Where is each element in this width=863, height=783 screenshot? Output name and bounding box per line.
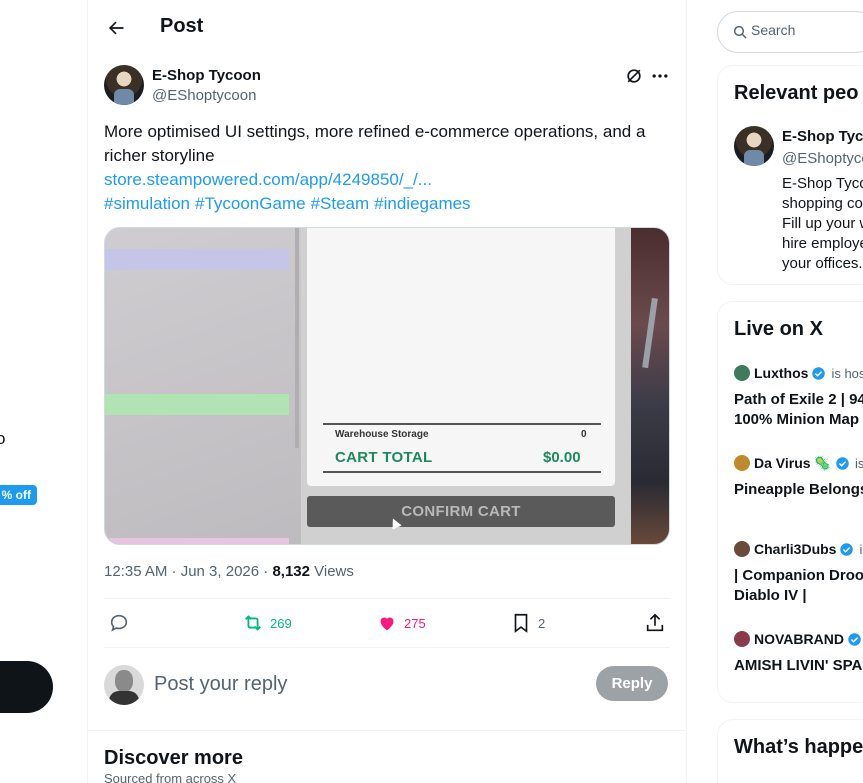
live-item[interactable]: Luxthos is host Path of Exile 2 | 94100%…: [734, 364, 863, 430]
search-input[interactable]: [751, 22, 861, 38]
host-avatar: [734, 455, 750, 471]
post-author: E-Shop Tycoon @EShoptycoon: [104, 64, 670, 108]
repost-action-button[interactable]: 269: [242, 610, 292, 636]
nav-clipped-label[interactable]: o: [0, 429, 5, 449]
verified-badge-icon: [848, 632, 861, 646]
verified-badge-icon: [812, 366, 826, 380]
live-title: Live on X: [734, 318, 823, 340]
space-title: AMISH LIVIN' SPA: [734, 657, 863, 674]
main-column: Post E-Shop Tycoon @EShoptycoon More opt…: [88, 0, 686, 783]
reply-composer: Post your reply Reply: [104, 665, 670, 705]
column-divider: [686, 0, 687, 783]
user-avatar[interactable]: [104, 665, 144, 705]
like-count: 275: [404, 615, 426, 631]
relevant-avatar[interactable]: [734, 126, 774, 166]
confirm-cart-label: CONFIRM CART: [307, 496, 615, 527]
compose-post-button[interactable]: [0, 661, 53, 713]
grok-icon[interactable]: [624, 66, 644, 86]
hashtag-link[interactable]: #Steam: [311, 194, 370, 213]
discount-badge[interactable]: % off: [0, 485, 37, 505]
back-arrow-icon: [109, 21, 124, 35]
author-avatar[interactable]: [104, 65, 144, 105]
page-title: Post: [160, 15, 204, 37]
bookmark-action-button[interactable]: 2: [510, 610, 545, 636]
post-hashtags: #simulation #TycoonGame #Steam #indiegames: [104, 192, 476, 216]
reply-action-button[interactable]: [108, 610, 130, 636]
host-avatar: [734, 541, 750, 557]
views-count: 8,132: [272, 563, 310, 580]
author-handle[interactable]: @EShoptycoon: [152, 87, 256, 104]
left-nav: o % off: [0, 0, 88, 783]
relevant-handle[interactable]: @EShoptyco: [782, 150, 863, 167]
whats-happening-title: What’s happe: [734, 736, 863, 758]
like-action-button[interactable]: 275: [376, 610, 426, 636]
hashtag-link[interactable]: #indiegames: [374, 194, 470, 213]
verified-badge-icon: [836, 456, 849, 470]
more-icon[interactable]: [650, 66, 670, 86]
repost-count: 269: [270, 615, 292, 631]
discover-title: Discover more: [104, 747, 243, 769]
search-icon: [733, 25, 747, 39]
host-name: Charli3Dubs: [754, 541, 837, 557]
relevant-people-card: Relevant peo E-Shop Tyco @EShoptyco E-Sh…: [717, 65, 863, 285]
host-avatar: [734, 631, 750, 647]
host-status: is: [859, 541, 863, 557]
relevant-people-title: Relevant peo: [734, 82, 859, 104]
share-action-button[interactable]: [644, 610, 666, 636]
post-timestamp[interactable]: 12:35 AM · Jun 3, 2026 ·: [104, 563, 272, 580]
discover-subtitle: Sourced from across X: [104, 771, 237, 783]
reply-button[interactable]: Reply: [596, 666, 668, 701]
cart-total-value: $0.00: [543, 449, 581, 466]
reply-input[interactable]: Post your reply: [154, 673, 287, 696]
live-on-x-card: Live on X Luxthos is host Path of Exile …: [717, 301, 863, 703]
live-item[interactable]: NOVABRAND AMISH LIVIN' SPA: [734, 630, 863, 676]
cart-total-label: CART TOTAL: [335, 449, 433, 466]
whats-happening-card: What’s happe: [717, 719, 863, 783]
author-name[interactable]: E-Shop Tycoon: [152, 67, 261, 84]
live-item[interactable]: Da Virus 🦠 is Pineapple Belongs: [734, 454, 863, 500]
views-label: Views: [309, 563, 354, 580]
space-title: Pineapple Belongs: [734, 481, 863, 498]
back-button[interactable]: [102, 14, 130, 42]
cart-panel: Warehouse Storage 0 CART TOTAL $0.00: [307, 228, 615, 486]
post-media-image[interactable]: Warehouse Storage 0 CART TOTAL $0.00 CON…: [104, 227, 670, 545]
search-box[interactable]: [717, 11, 863, 53]
relevant-name[interactable]: E-Shop Tyco: [782, 128, 863, 145]
heart-icon: [380, 617, 394, 631]
host-name: Da Virus: [754, 455, 811, 471]
relevant-bio: E-Shop Tyco shopping co Fill up your w h…: [782, 175, 863, 272]
post-actions: 269 275 2: [104, 610, 670, 636]
host-name: Luxthos: [754, 365, 809, 381]
host-name: NOVABRAND: [754, 631, 844, 647]
space-title: | Companion Droo Diablo IV |: [734, 567, 863, 604]
host-status: is: [854, 455, 863, 471]
live-item[interactable]: Charli3Dubs is | Companion DrooDiablo IV…: [734, 540, 863, 606]
post-meta: 12:35 AM · Jun 3, 2026 · 8,132 Views: [104, 563, 354, 580]
virus-emoji-icon: 🦠: [813, 454, 831, 471]
reply-icon: [110, 614, 128, 632]
repost-icon: [245, 615, 261, 631]
share-icon: [646, 613, 664, 632]
bookmark-count: 2: [538, 615, 546, 631]
host-avatar: [734, 365, 750, 381]
post-link[interactable]: store.steampowered.com/app/4249850/_/...: [104, 168, 432, 192]
bookmark-icon: [514, 613, 528, 633]
post-text: More optimised UI settings, more refined…: [104, 122, 646, 165]
verified-badge-icon: [840, 542, 854, 556]
hashtag-link[interactable]: #simulation: [104, 194, 190, 213]
space-title: Path of Exile 2 | 94 100% Minion Map: [734, 391, 863, 428]
warehouse-label: Warehouse Storage: [335, 429, 429, 440]
hashtag-link[interactable]: #TycoonGame: [195, 194, 306, 213]
host-status: is host: [831, 365, 863, 381]
post-header: Post: [88, 0, 686, 56]
warehouse-value: 0: [581, 429, 587, 440]
